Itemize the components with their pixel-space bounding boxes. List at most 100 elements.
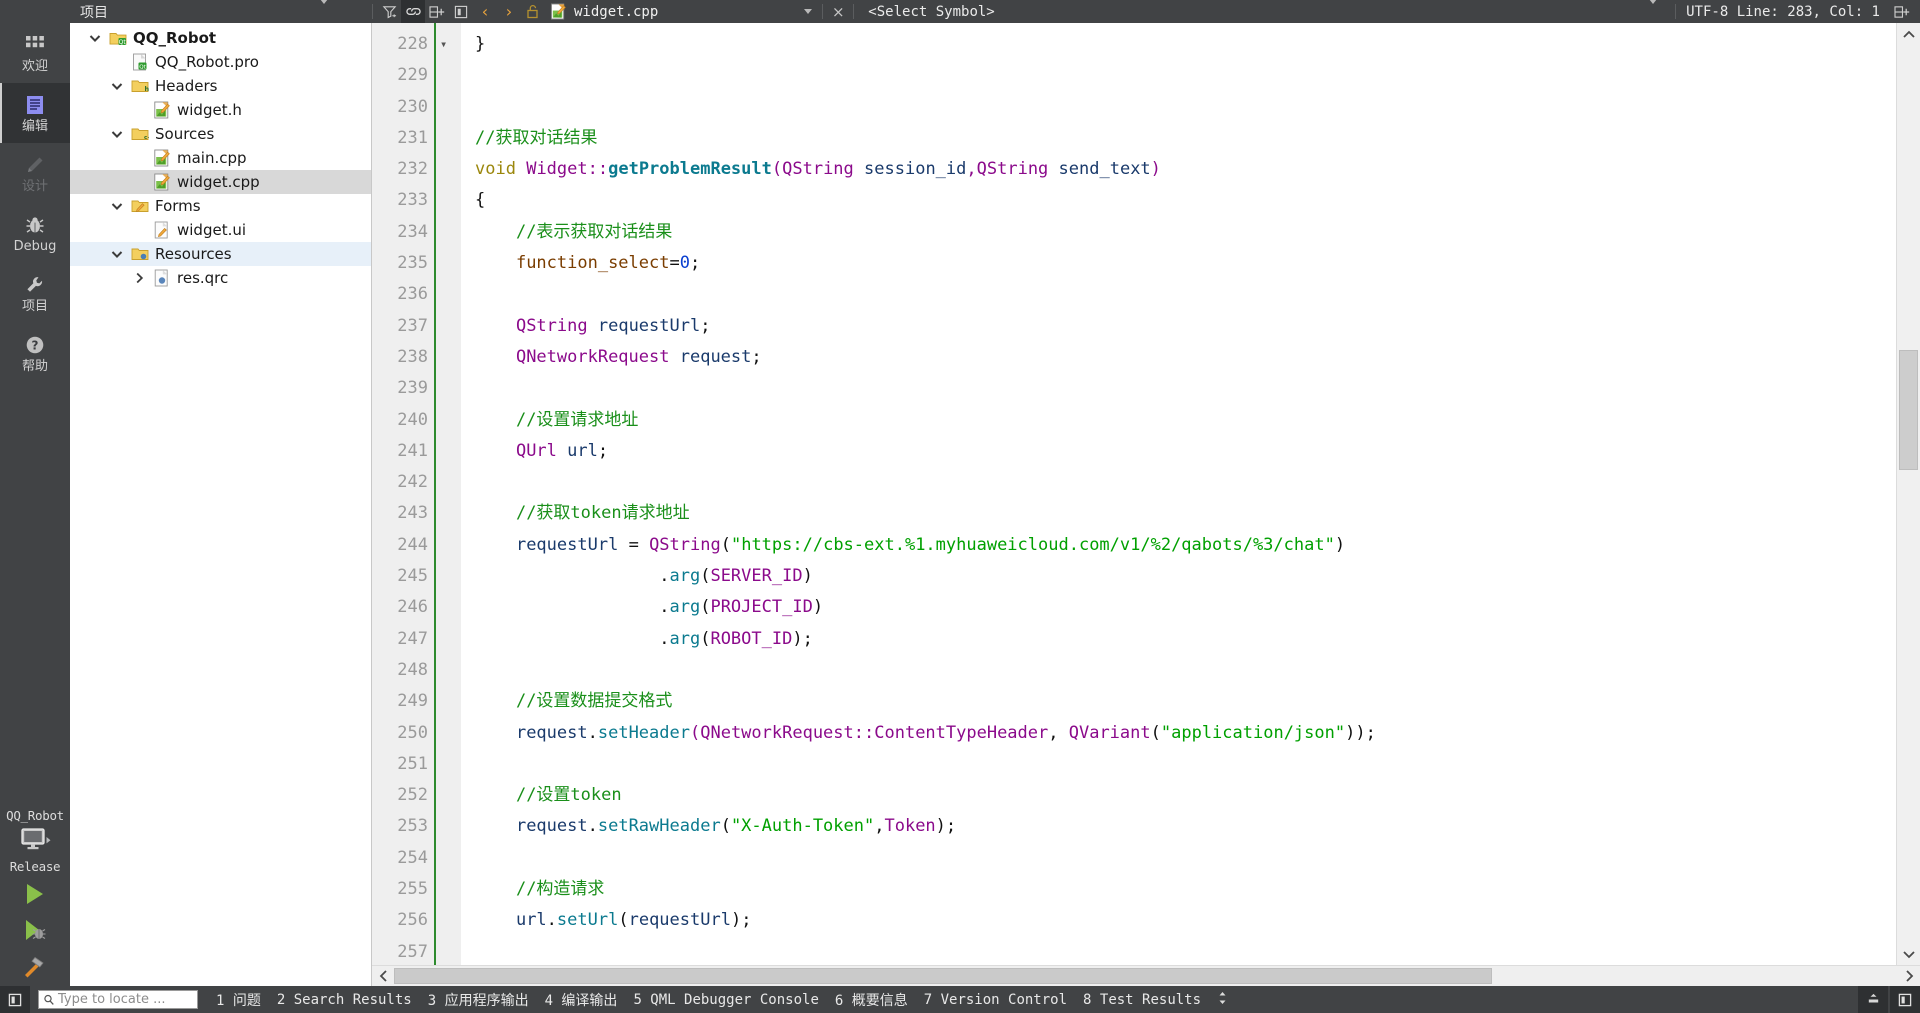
code-line[interactable]: }: [475, 29, 1896, 60]
link-with-editor-icon[interactable]: [401, 0, 425, 23]
navigate-back-button[interactable]: ‹: [473, 0, 497, 23]
code-line[interactable]: request.setRawHeader("X-Auth-Token",Toke…: [475, 811, 1896, 842]
tree-item-res-qrc[interactable]: res.qrc: [70, 266, 371, 290]
code-line[interactable]: QUrl url;: [475, 436, 1896, 467]
project-tree[interactable]: Qt QQ_Robot Qt QQ_Robot.pro h Headers widget.h…: [70, 23, 372, 986]
hscroll-thumb[interactable]: [394, 968, 1492, 984]
tree-item-widget-h[interactable]: widget.h: [70, 98, 371, 122]
scroll-up-icon[interactable]: [1902, 23, 1915, 45]
code-line[interactable]: //获取对话结果: [475, 123, 1896, 154]
code-line[interactable]: //设置数据提交格式: [475, 686, 1896, 717]
mode-welcome[interactable]: 欢迎: [0, 23, 70, 83]
chevron-down-icon[interactable]: [106, 250, 128, 259]
fold-marker-column[interactable]: ▾: [434, 23, 461, 965]
output-pane-button-7[interactable]: 7 Version Control: [916, 992, 1075, 1008]
code-line[interactable]: //设置请求地址: [475, 405, 1896, 436]
close-document-button[interactable]: ×: [827, 0, 849, 23]
open-file-dropdown[interactable]: [658, 0, 818, 23]
split-add-icon-right[interactable]: [1890, 5, 1914, 19]
tree-item-main-cpp[interactable]: main.cpp: [70, 146, 371, 170]
sidebar-toggle-icon[interactable]: [0, 986, 30, 1013]
chevron-down-icon[interactable]: [106, 130, 128, 139]
editor-area[interactable]: 228 229 230 231 232 233 234 235 236 237 238 239 240 2…: [372, 23, 1920, 965]
output-pane-button-5[interactable]: 5 QML Debugger Console: [625, 992, 826, 1008]
code-line[interactable]: .arg(PROJECT_ID): [475, 592, 1896, 623]
code-line[interactable]: [475, 467, 1896, 498]
start-debugging-button[interactable]: [0, 914, 70, 950]
filter-icon[interactable]: [377, 0, 401, 23]
mode-debug[interactable]: Debug: [0, 203, 70, 263]
code-line[interactable]: [475, 92, 1896, 123]
code-line[interactable]: //构造请求: [475, 874, 1896, 905]
code-line[interactable]: [475, 373, 1896, 404]
project-view-selector[interactable]: 项目: [70, 0, 368, 23]
tree-item-sources[interactable]: c+ Sources: [70, 122, 371, 146]
code-line[interactable]: url.setUrl(requestUrl);: [475, 905, 1896, 936]
code-line[interactable]: QNetworkRequest request;: [475, 342, 1896, 373]
scrollbar-thumb[interactable]: [1899, 350, 1918, 471]
tree-item-widget-ui[interactable]: widget.ui: [70, 218, 371, 242]
locator-input[interactable]: Type to locate ...: [38, 990, 198, 1009]
code-line[interactable]: requestUrl = QString("https://cbs-ext.%1…: [475, 530, 1896, 561]
output-pane-button-8[interactable]: 8 Test Results: [1075, 992, 1209, 1008]
editor-horizontal-scrollbar[interactable]: [372, 965, 1920, 986]
code-line[interactable]: [475, 937, 1896, 965]
sidebar-icon[interactable]: [449, 0, 473, 23]
code-line[interactable]: [475, 843, 1896, 874]
code-line[interactable]: .arg(SERVER_ID): [475, 561, 1896, 592]
mode-design[interactable]: 设计: [0, 143, 70, 203]
tree-item-resources[interactable]: Resources: [70, 242, 371, 266]
tree-item-headers[interactable]: h Headers: [70, 74, 371, 98]
output-pane-button-3[interactable]: 3 应用程序输出: [420, 990, 537, 1010]
output-pane-button-4[interactable]: 4 编译输出: [537, 990, 626, 1010]
tree-item-forms[interactable]: Forms: [70, 194, 371, 218]
output-pane-resize-handle[interactable]: [1209, 990, 1236, 1010]
chevron-down-icon[interactable]: [320, 0, 328, 20]
code-line[interactable]: void Widget::getProblemResult(QString se…: [475, 154, 1896, 185]
symbol-selector[interactable]: <Select Symbol>: [858, 0, 1671, 23]
code-text[interactable]: } //获取对话结果 void Widget::getProblemResult(…: [461, 23, 1896, 965]
chevron-down-icon[interactable]: [106, 82, 128, 91]
code-line[interactable]: request.setHeader(QNetworkRequest::Conte…: [475, 718, 1896, 749]
code-line[interactable]: [475, 655, 1896, 686]
output-pane-button-2[interactable]: 2 Search Results: [269, 992, 420, 1008]
navigate-forward-button[interactable]: ›: [497, 0, 521, 23]
tree-item-qq-robot-pro[interactable]: Qt QQ_Robot.pro: [70, 50, 371, 74]
tree-item-qq-robot[interactable]: Qt QQ_Robot: [70, 26, 371, 50]
mode-help[interactable]: ? 帮助: [0, 323, 70, 383]
output-pane-button-1[interactable]: 1 问题: [208, 990, 269, 1010]
code-line[interactable]: //表示获取对话结果: [475, 217, 1896, 248]
editor-vertical-scrollbar[interactable]: [1896, 23, 1920, 965]
fold-toggle-icon[interactable]: ▾: [436, 29, 461, 60]
chevron-right-icon[interactable]: [128, 272, 150, 284]
chevron-down-icon[interactable]: [106, 202, 128, 211]
split-add-icon[interactable]: [425, 0, 449, 23]
code-line[interactable]: {: [475, 185, 1896, 216]
code-line[interactable]: [475, 60, 1896, 91]
unlock-icon[interactable]: [521, 0, 545, 23]
scroll-left-icon[interactable]: [372, 966, 394, 986]
code-line[interactable]: //获取token请求地址: [475, 498, 1896, 529]
chevron-down-icon[interactable]: [84, 34, 106, 43]
code-line[interactable]: .arg(ROBOT_ID);: [475, 624, 1896, 655]
output-pane-button-6[interactable]: 6 概要信息: [827, 990, 916, 1010]
code-line[interactable]: QString requestUrl;: [475, 311, 1896, 342]
kit-selector[interactable]: QQ_Robot Release: [0, 808, 70, 878]
open-file-name[interactable]: widget.cpp: [571, 0, 658, 23]
minimize-pane-icon[interactable]: [1858, 986, 1888, 1013]
hscroll-track[interactable]: [394, 966, 1898, 986]
run-button[interactable]: [0, 878, 70, 914]
code-line[interactable]: [475, 279, 1896, 310]
scroll-right-icon[interactable]: [1898, 966, 1920, 986]
scroll-down-icon[interactable]: [1902, 943, 1915, 965]
chevron-down-icon-2[interactable]: [1649, 0, 1658, 20]
toggle-sidebar-icon[interactable]: [1890, 986, 1920, 1013]
mode-edit[interactable]: 编辑: [0, 83, 70, 143]
code-line[interactable]: //设置token: [475, 780, 1896, 811]
build-button[interactable]: [0, 950, 70, 986]
mode-projects[interactable]: 项目: [0, 263, 70, 323]
tree-item-widget-cpp[interactable]: widget.cpp: [70, 170, 371, 194]
scrollbar-track[interactable]: [1897, 45, 1920, 943]
code-line[interactable]: [475, 749, 1896, 780]
code-line[interactable]: function_select=0;: [475, 248, 1896, 279]
